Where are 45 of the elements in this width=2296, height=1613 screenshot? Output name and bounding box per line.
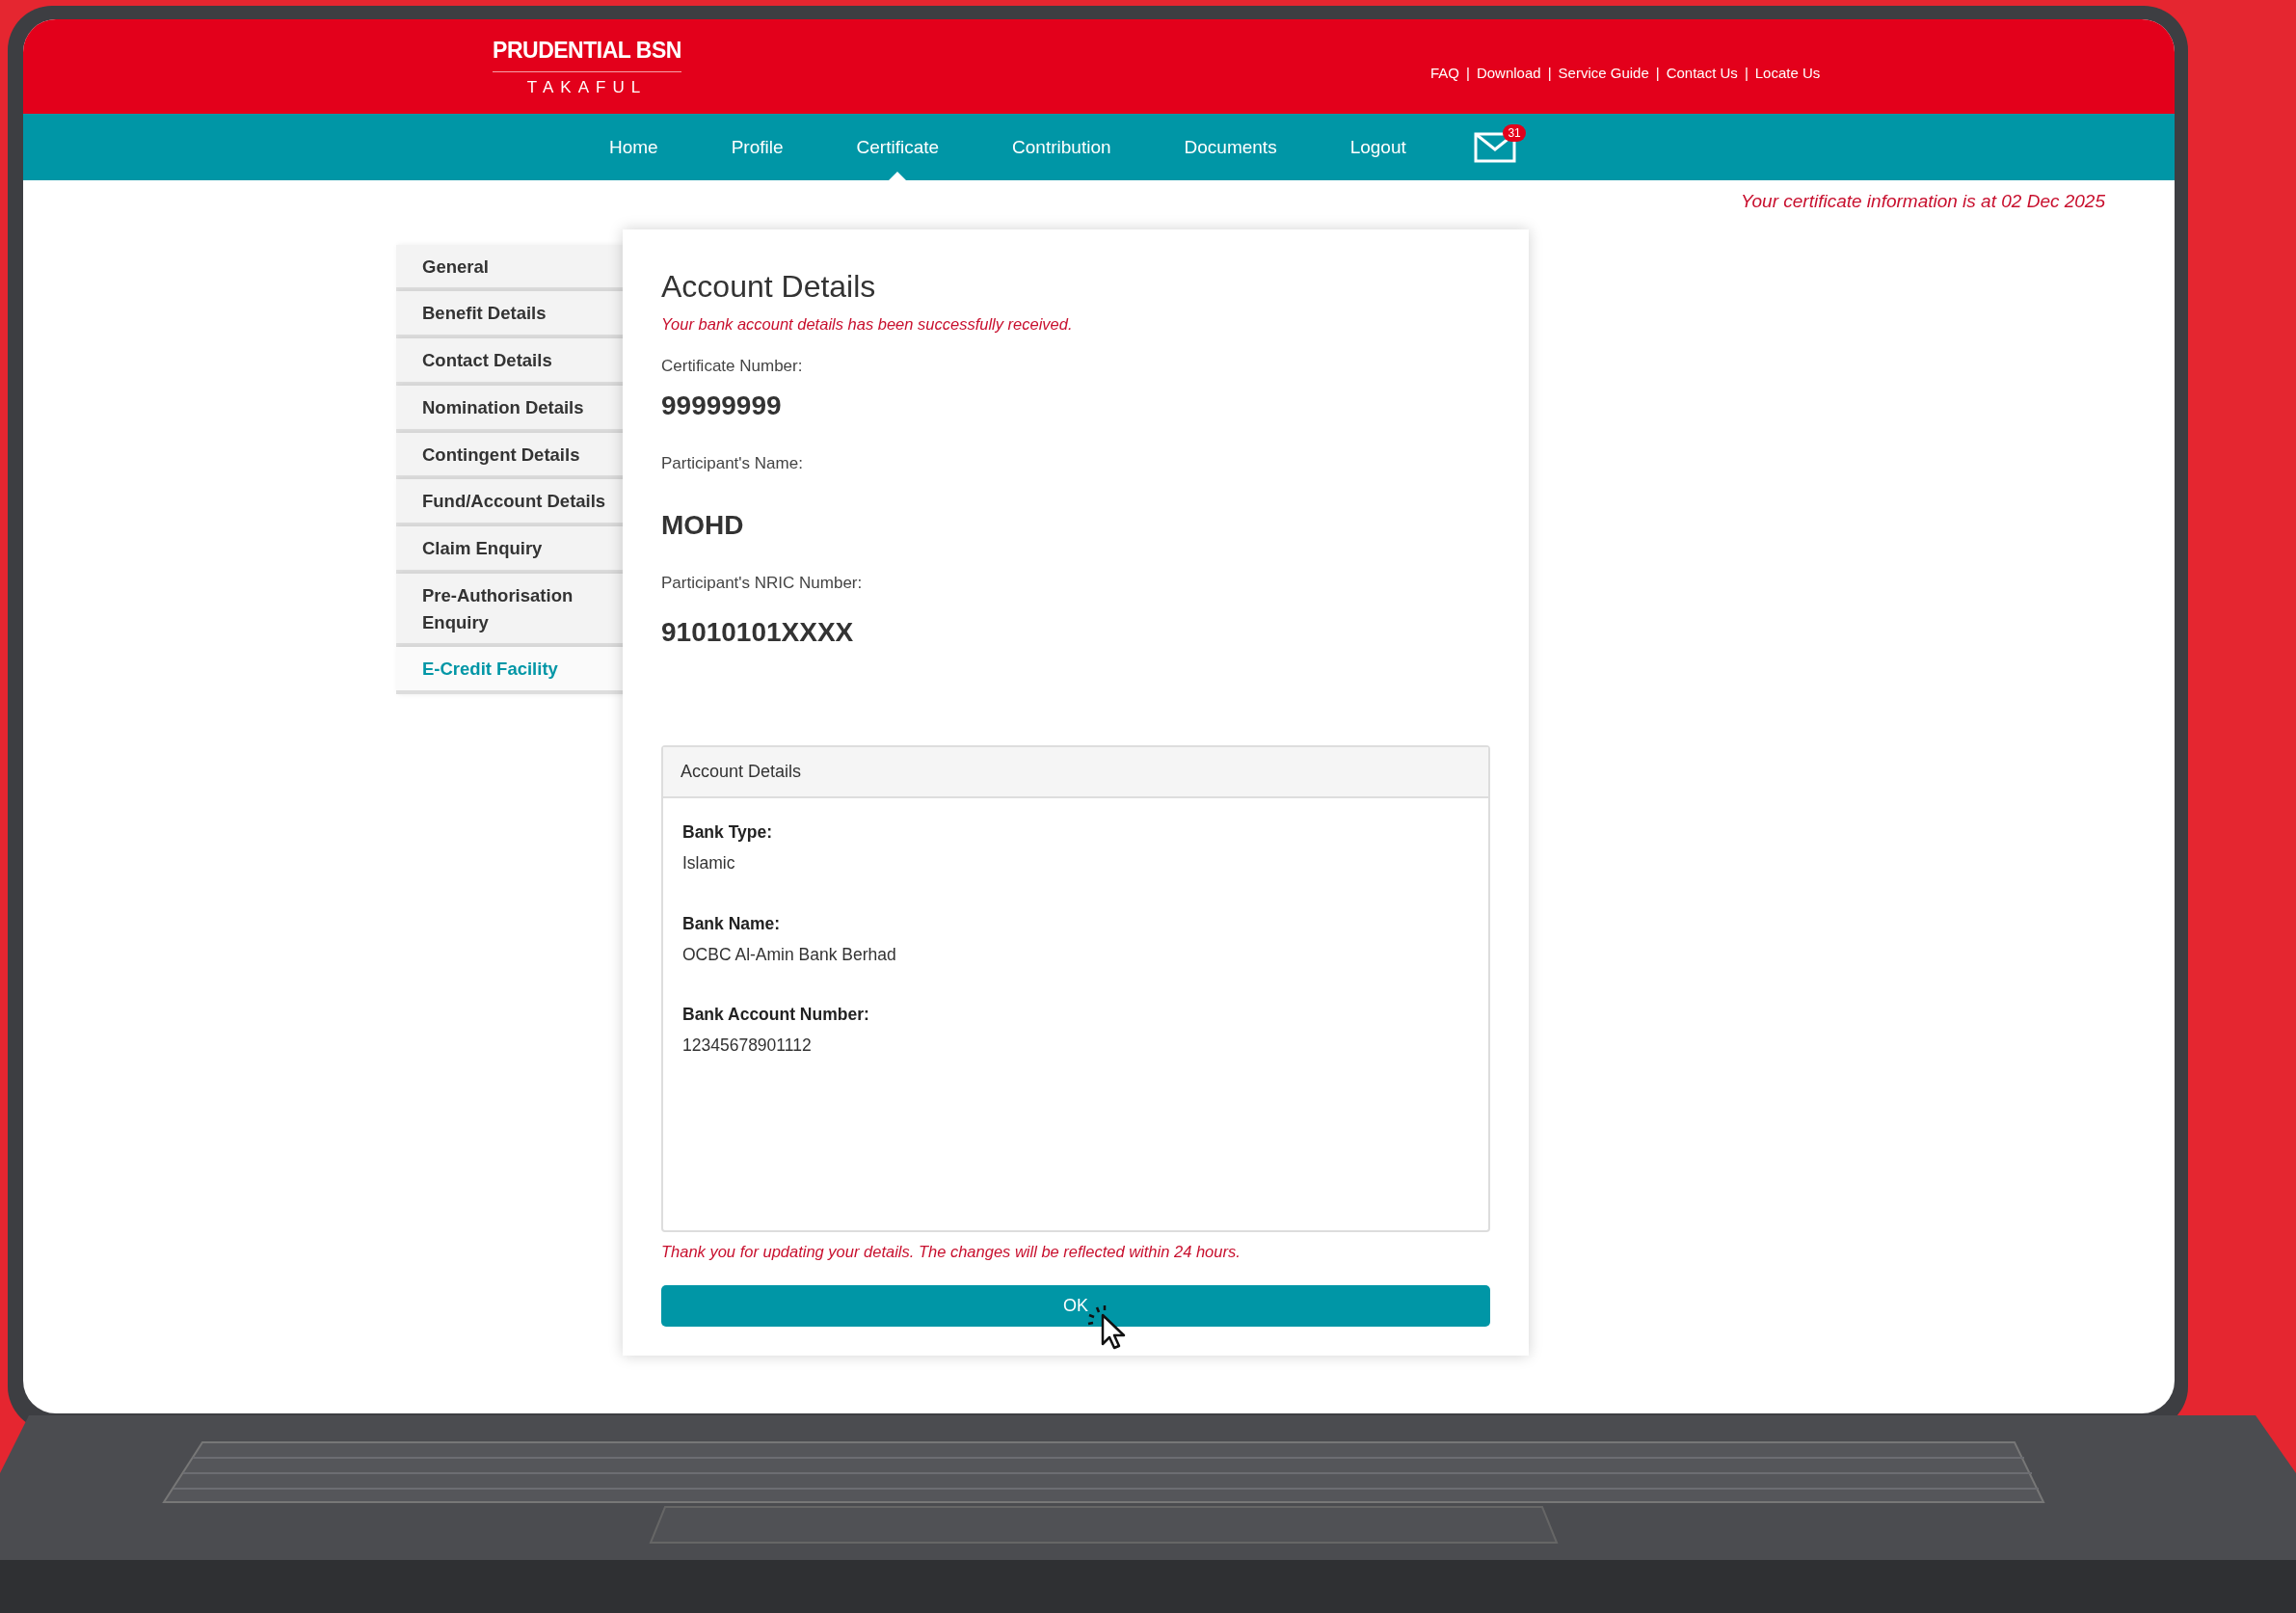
detail-value: OCBC Al-Amin Bank Berhad <box>682 943 897 966</box>
sidebar-item[interactable]: E-Credit Facility <box>396 647 623 694</box>
success-message: Your bank account details has been successfully received. <box>661 313 1074 335</box>
logo-text: PRUDENTIAL BSN <box>493 34 681 72</box>
card-title: Account Details <box>661 267 877 305</box>
top-link[interactable]: Download <box>1476 62 1541 85</box>
nav-tab[interactable]: Logout <box>1313 114 1443 180</box>
separator: | <box>1466 63 1470 83</box>
field-value: 99999999 <box>661 390 783 423</box>
sidebar-item[interactable]: Benefit Details <box>396 291 623 338</box>
detail-value: Islamic <box>682 852 736 875</box>
field-value: 91010101XXXX <box>661 616 855 650</box>
separator: | <box>1547 63 1552 83</box>
separator: | <box>1655 63 1660 83</box>
logo-subtext: TAKAFUL <box>526 76 648 98</box>
sidebar-item[interactable]: Nomination Details <box>396 385 623 433</box>
top-link[interactable]: FAQ <box>1430 62 1459 85</box>
sidebar-item[interactable]: Pre-Authorisation Enquiry <box>396 573 623 648</box>
top-link[interactable]: Service Guide <box>1558 62 1649 85</box>
detail-label: Bank Name: <box>682 912 782 935</box>
field-label: Participant's NRIC Number: <box>661 572 864 594</box>
nav-tab[interactable]: Documents <box>1147 114 1314 180</box>
info-notice: Your certificate information is at 02 Dec 2025 <box>1739 190 2106 213</box>
field-label: Certificate Number: <box>661 355 804 377</box>
ok-button[interactable]: OK <box>661 1284 1490 1327</box>
nav-tab[interactable]: Home <box>573 114 695 180</box>
panel-title: Account Details <box>663 747 1488 799</box>
field-label: Participant's Name: <box>661 453 804 475</box>
detail-label: Bank Account Number: <box>682 1004 870 1027</box>
notification-count: 31 <box>1503 123 1526 142</box>
detail-label: Bank Type: <box>682 821 774 845</box>
nav-tab[interactable]: Profile <box>694 114 820 180</box>
sidebar-item[interactable]: General <box>396 244 623 292</box>
nav-tab[interactable]: Contribution <box>975 114 1148 180</box>
sidebar-item[interactable]: Claim Enquiry <box>396 526 623 574</box>
top-link[interactable]: Contact Us <box>1666 62 1738 85</box>
top-link[interactable]: Locate Us <box>1754 62 1821 85</box>
sidebar-item[interactable]: Fund/Account Details <box>396 479 623 526</box>
sidebar-item[interactable]: Contingent Details <box>396 432 623 480</box>
update-notice: Thank you for updating your details. The changes will be reflected within 24 hours. <box>661 1241 1241 1262</box>
separator: | <box>1744 63 1749 83</box>
nav-tab[interactable]: Certificate <box>819 114 976 180</box>
detail-value: 12345678901112 <box>682 1035 813 1058</box>
field-value: MOHD <box>661 508 745 542</box>
sidebar-item[interactable]: Contact Details <box>396 338 623 386</box>
